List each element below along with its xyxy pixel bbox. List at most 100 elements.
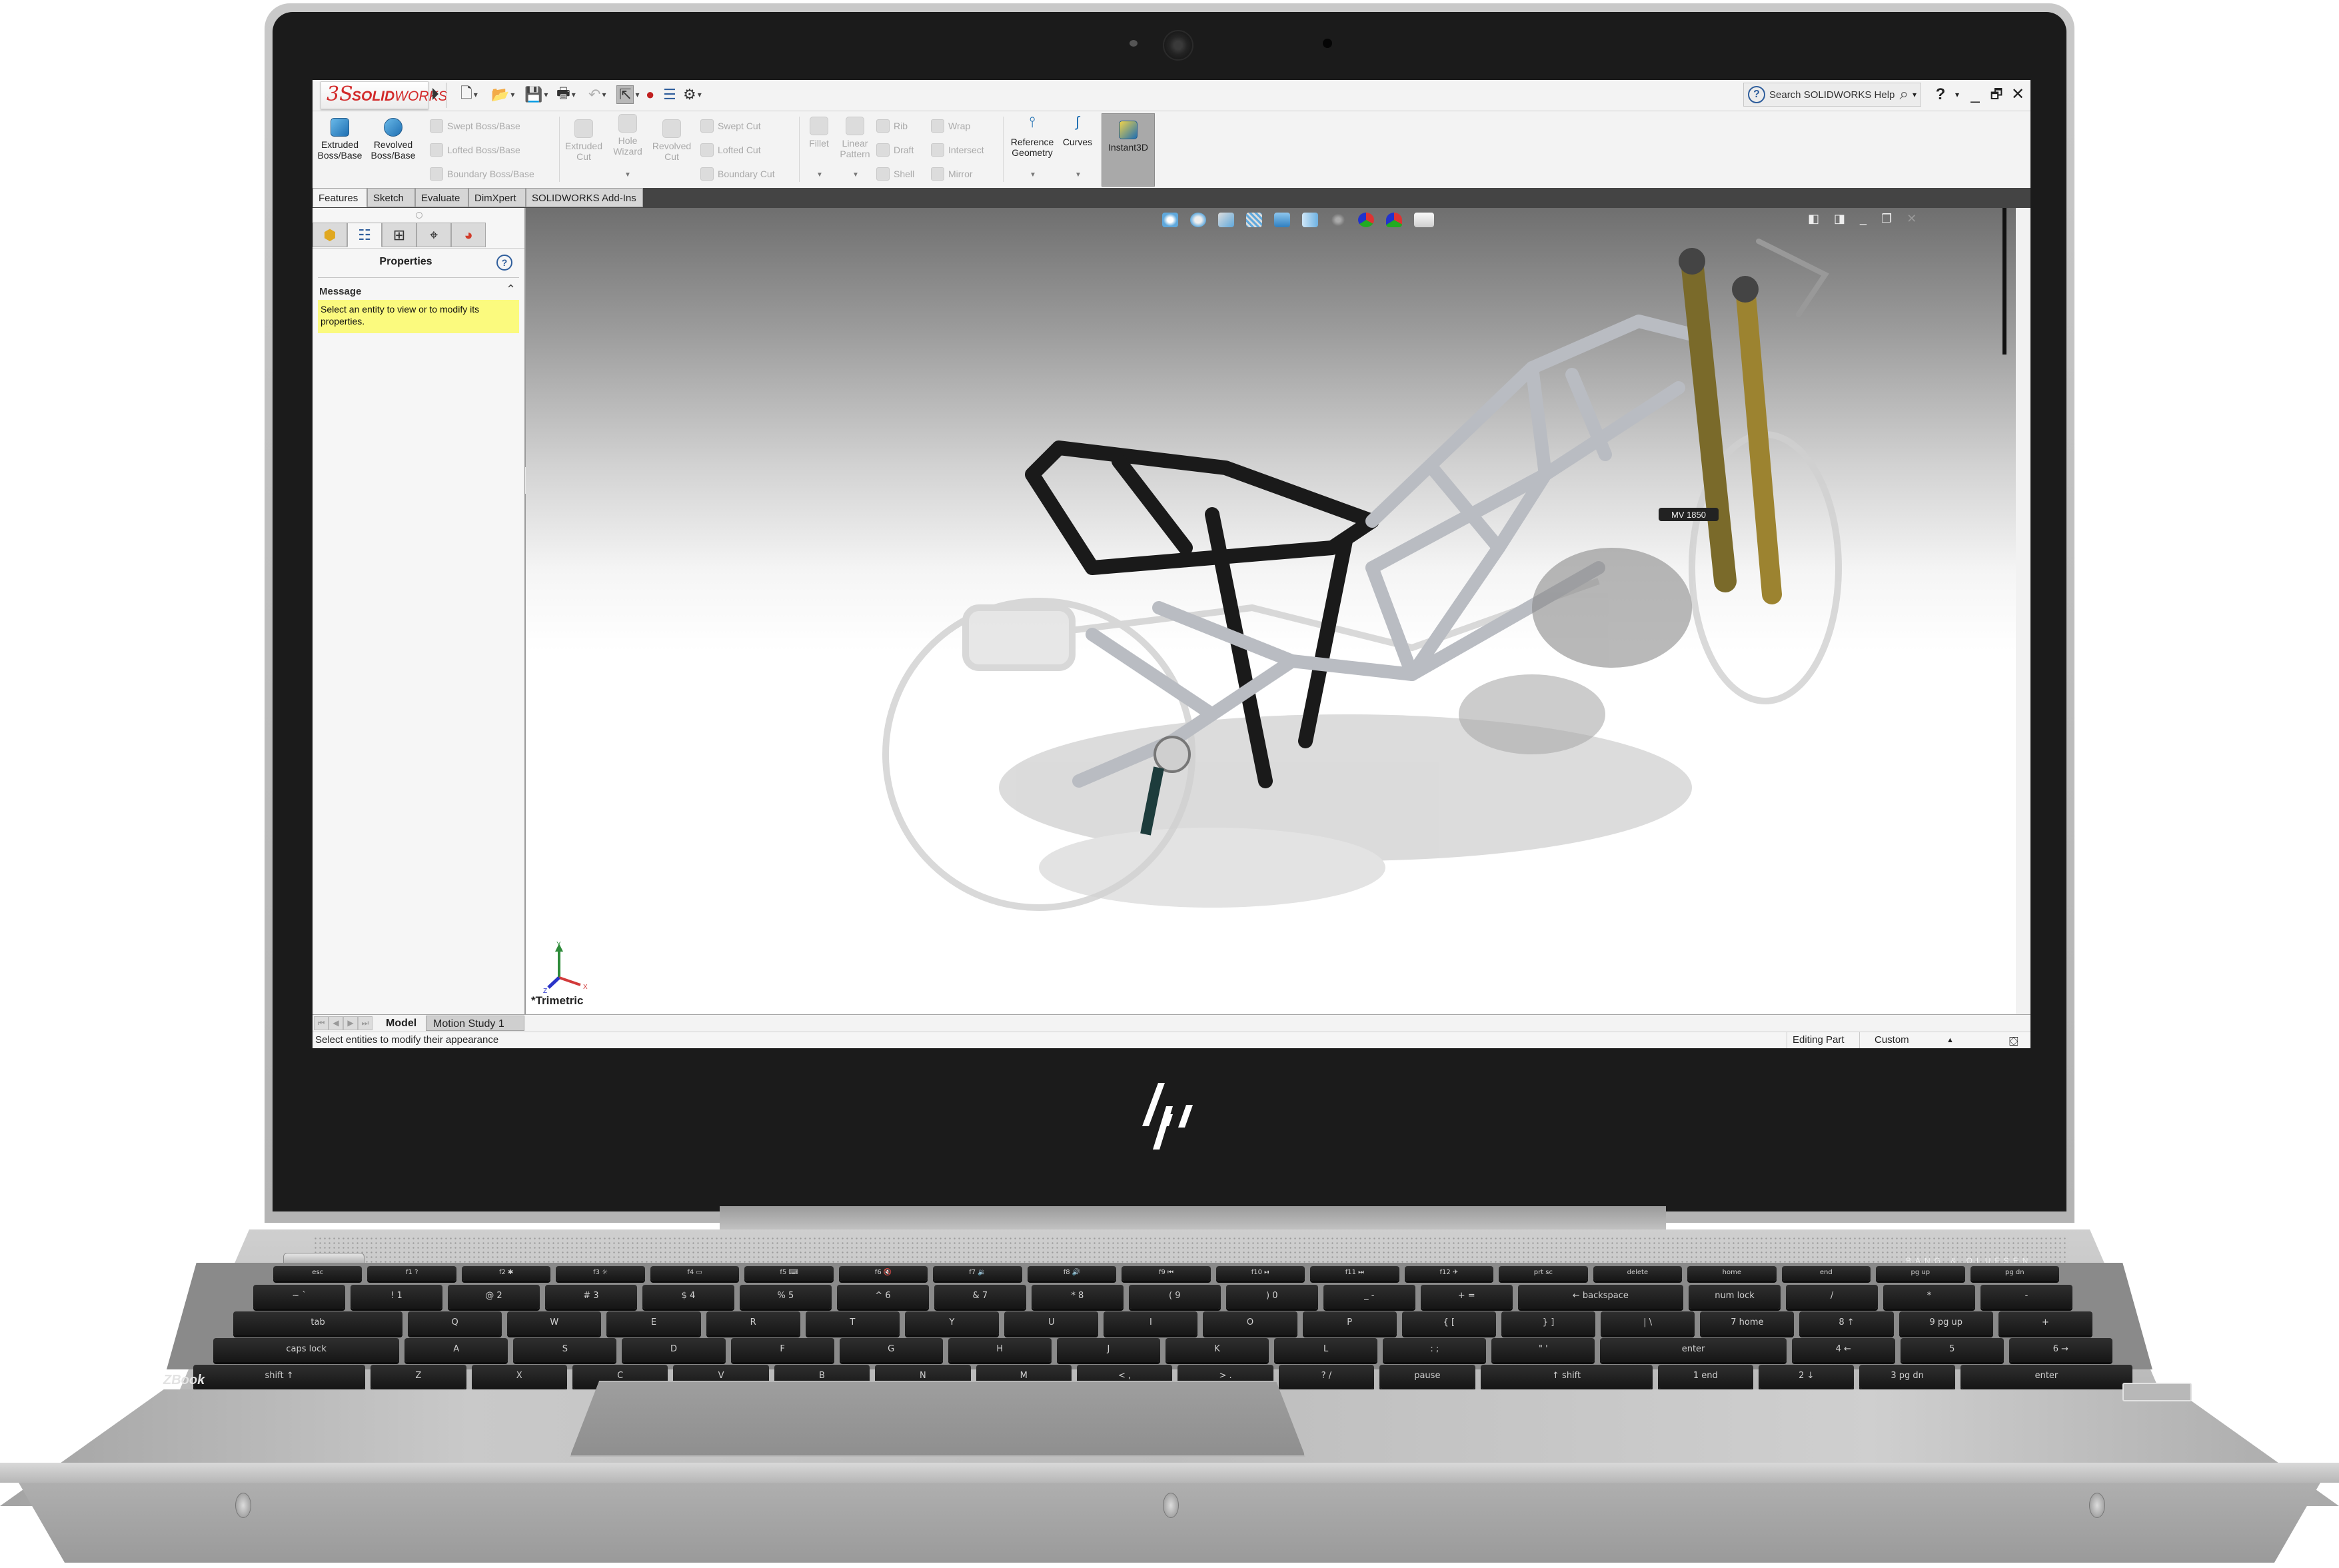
tab-dimxpert[interactable]: DimXpert (468, 188, 526, 207)
key[interactable]: { [ (1401, 1311, 1496, 1335)
chevron-down-icon[interactable]: ▼ (624, 171, 631, 179)
key[interactable]: ) 0 (1225, 1285, 1318, 1309)
key[interactable]: f12 ✈ (1404, 1266, 1494, 1281)
undo-button[interactable]: ↶ ▾ (588, 84, 606, 105)
draft-button[interactable]: Draft (876, 143, 914, 157)
key[interactable]: R (706, 1311, 800, 1335)
key[interactable]: esc (273, 1266, 363, 1281)
key[interactable]: 1 end (1657, 1365, 1754, 1389)
key[interactable]: & 7 (934, 1285, 1026, 1309)
property-manager-tab[interactable]: ☷ (347, 223, 382, 247)
key[interactable]: A (404, 1338, 508, 1362)
key[interactable]: pg up (1876, 1266, 1965, 1281)
key[interactable]: f8 🔊 (1027, 1266, 1117, 1281)
previous-view-icon[interactable] (1218, 213, 1234, 227)
chevron-down-icon[interactable]: ▾ (510, 90, 514, 99)
help-button[interactable]: ? (1931, 84, 1950, 105)
chevron-down-icon[interactable]: ▾ (1950, 84, 1964, 105)
key[interactable]: : ; (1383, 1338, 1487, 1362)
key[interactable]: num lock (1689, 1285, 1781, 1309)
tab-sketch[interactable]: Sketch (367, 188, 415, 207)
instant3d-toggle[interactable]: Instant3D (1102, 113, 1155, 187)
key[interactable]: pause (1379, 1365, 1475, 1389)
boundary-cut-button[interactable]: Boundary Cut (700, 167, 775, 181)
intersect-button[interactable]: Intersect (931, 143, 984, 157)
key[interactable]: ( 9 (1128, 1285, 1221, 1309)
chevron-down-icon[interactable]: ▼ (1030, 171, 1036, 179)
key[interactable]: ? / (1278, 1365, 1375, 1389)
lofted-boss-button[interactable]: Lofted Boss/Base (430, 143, 520, 157)
boundary-boss-button[interactable]: Boundary Boss/Base (430, 167, 534, 181)
fingerprint-reader-icon[interactable] (2122, 1383, 2192, 1401)
revolved-cut-button[interactable]: Revolved Cut (651, 119, 692, 162)
close-viewport-icon[interactable]: ✕ (1907, 212, 1917, 226)
zoom-to-fit-icon[interactable] (1162, 213, 1178, 227)
key[interactable]: L (1274, 1338, 1378, 1362)
key[interactable]: K (1166, 1338, 1269, 1362)
new-document-button[interactable]: 🗋 ▾ (460, 84, 478, 105)
first-tab-icon[interactable]: ⏮ (314, 1016, 329, 1030)
key[interactable]: f9 ⏮ (1122, 1266, 1211, 1281)
lofted-cut-button[interactable]: Lofted Cut (700, 143, 761, 157)
key[interactable]: " ' (1491, 1338, 1595, 1362)
minimize-button[interactable]: _ (1965, 84, 1985, 105)
key[interactable]: caps lock (213, 1338, 400, 1362)
view-settings-icon[interactable] (1414, 213, 1434, 227)
key[interactable]: # 3 (544, 1285, 637, 1309)
chevron-up-icon[interactable]: ▲ (1947, 1032, 1954, 1048)
key[interactable]: f1 ? (367, 1266, 456, 1281)
key[interactable]: shift ↑ (193, 1365, 366, 1389)
key[interactable]: tab (233, 1311, 403, 1335)
key[interactable]: 7 home (1700, 1311, 1795, 1335)
key[interactable]: home (1687, 1266, 1777, 1281)
restore-button[interactable]: 🗗 (1986, 84, 2006, 105)
feature-manager-tab[interactable]: ⬢ (313, 223, 347, 247)
next-tab-icon[interactable]: ▶ (343, 1016, 358, 1030)
key[interactable]: 4 ← (1791, 1338, 1895, 1362)
chevron-down-icon[interactable]: ▾ (544, 90, 548, 99)
key[interactable]: Z (371, 1365, 466, 1389)
restore-viewport-icon[interactable]: ❐ (1881, 212, 1892, 226)
key[interactable]: Q (408, 1311, 502, 1335)
print-button[interactable]: 🖶 ▾ (556, 84, 576, 105)
key[interactable]: - (1980, 1285, 2072, 1309)
chevron-down-icon[interactable]: ▼ (1075, 171, 1082, 179)
tab-model[interactable]: Model (379, 1016, 424, 1031)
key[interactable]: * 8 (1031, 1285, 1124, 1309)
key[interactable]: G (839, 1338, 943, 1362)
key[interactable]: * (1883, 1285, 1975, 1309)
key[interactable]: $ 4 (642, 1285, 734, 1309)
key[interactable]: 8 ↑ (1799, 1311, 1894, 1335)
key[interactable]: _ - (1323, 1285, 1415, 1309)
key[interactable]: 2 ↓ (1759, 1365, 1855, 1389)
chevron-down-icon[interactable]: ▼ (816, 171, 823, 179)
save-button[interactable]: 💾 ▾ (524, 84, 548, 105)
tab-motion-study-1[interactable]: Motion Study 1 (426, 1016, 524, 1031)
view-orientation-icon[interactable] (1274, 213, 1290, 227)
key[interactable]: U (1004, 1311, 1099, 1335)
fillet-button[interactable]: Fillet (803, 117, 835, 149)
key[interactable]: ! 1 (350, 1285, 442, 1309)
select-button[interactable]: ⇱ ▾ (616, 84, 639, 105)
key[interactable]: f10 ⏯ (1215, 1266, 1305, 1281)
mirror-button[interactable]: Mirror (931, 167, 973, 181)
revolved-boss-button[interactable]: Revolved Boss/Base (370, 118, 416, 161)
tab-solidworks-add-ins[interactable]: SOLIDWORKS Add-Ins (526, 188, 643, 207)
configuration-manager-tab[interactable]: ⊞ (382, 223, 416, 247)
key[interactable]: P (1302, 1311, 1397, 1335)
key[interactable]: f5 ⌨ (744, 1266, 834, 1281)
search-icon[interactable]: ⌕ (1900, 85, 1909, 104)
chevron-down-icon[interactable]: ▾ (474, 90, 478, 99)
open-document-button[interactable]: 📂 ▾ (491, 84, 514, 105)
key[interactable]: f7 🔉 (933, 1266, 1022, 1281)
extruded-cut-button[interactable]: Extruded Cut (563, 119, 604, 162)
graphics-viewport[interactable]: ◧ ◨ _ ❐ ✕ MV 1850 Y X Z *Trimetric (526, 208, 2016, 1014)
swept-boss-button[interactable]: Swept Boss/Base (430, 119, 520, 133)
key[interactable]: S (513, 1338, 617, 1362)
swept-cut-button[interactable]: Swept Cut (700, 119, 761, 133)
key[interactable]: + (1998, 1311, 2092, 1335)
key[interactable]: f4 ▭ (650, 1266, 740, 1281)
touchpad[interactable] (570, 1381, 1305, 1457)
close-button[interactable]: ✕ (2008, 84, 2028, 105)
reference-geometry-button[interactable]: ⫯ Reference Geometry (1007, 115, 1058, 159)
